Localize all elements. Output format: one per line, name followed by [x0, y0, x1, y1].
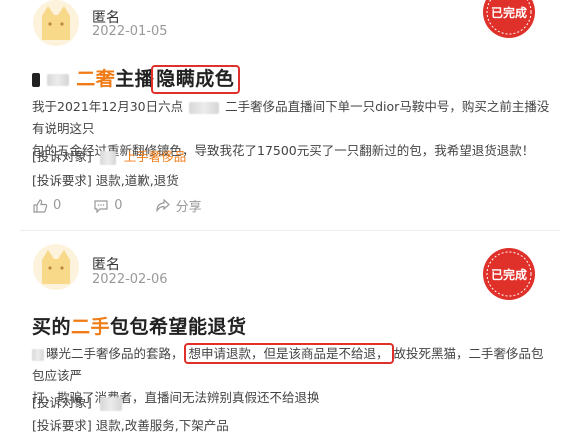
- target-label: [投诉对象]: [32, 149, 92, 164]
- redacted-mark: [32, 348, 44, 361]
- demand-label: [投诉要求]: [32, 173, 92, 188]
- comment-icon: [94, 199, 108, 213]
- completed-stamp-icon: 已完成: [481, 0, 537, 40]
- share-label: 分享: [175, 200, 202, 215]
- title-highlight: 二手: [71, 316, 111, 338]
- like-count: 0: [53, 198, 62, 213]
- title-rest: 包包希望能退货: [110, 316, 247, 338]
- redacted-mark: [47, 73, 70, 86]
- share-button[interactable]: 分享: [155, 196, 202, 215]
- redacted-logo: [99, 150, 116, 165]
- redacted-mark: [32, 72, 40, 87]
- title-boxed: 隐瞒成色: [151, 65, 241, 94]
- body-text: 我于2021年12月30日六点: [32, 99, 184, 114]
- complaint-card[interactable]: 匿名 2022-02-06 已完成 买的二手包包希望能退货 曝光二手奢侈品的套路…: [0, 237, 580, 440]
- comment-count: 0: [114, 198, 123, 213]
- comment-button[interactable]: 0: [93, 198, 123, 214]
- complaint-demand: [投诉要求] 退款,道歉,退货: [32, 170, 179, 189]
- complaint-title[interactable]: 二奢主播 隐瞒成色: [32, 64, 241, 94]
- post-date: 2022-02-06: [92, 272, 168, 287]
- complaint-title[interactable]: 买的二手包包希望能退货: [32, 312, 247, 339]
- complaint-card[interactable]: 匿名 2022-01-05 已完成 二奢主播 隐瞒成色 我于2021年12月30日…: [0, 0, 580, 231]
- title-prefix: 买的: [32, 316, 72, 338]
- cat-avatar-icon: [33, 0, 79, 46]
- redacted-logo: [99, 396, 122, 411]
- cat-avatar-icon: [33, 244, 79, 290]
- status-badge: 已完成: [491, 5, 527, 20]
- complaint-target: [投诉对象]: [32, 392, 122, 411]
- like-button[interactable]: 0: [32, 198, 61, 214]
- status-badge: 已完成: [491, 267, 527, 282]
- demand-label: [投诉要求]: [32, 418, 92, 433]
- body-text: 曝光二手奢侈品的套路，: [46, 346, 184, 361]
- target-label: [投诉对象]: [32, 395, 92, 410]
- demand-value: 退款,道歉,退货: [95, 173, 179, 188]
- divider: [20, 230, 560, 231]
- boxed-text: 想申请退款，但是该商品是不给退，: [183, 343, 394, 364]
- title-middle: 主播: [115, 68, 155, 90]
- action-bar: 0 0 分享: [32, 196, 202, 215]
- thumbs-up-icon: [33, 198, 48, 213]
- title-highlight: 二奢: [76, 68, 116, 90]
- target-link[interactable]: 上手奢侈品: [124, 149, 187, 164]
- author-name: 匿名: [92, 257, 120, 273]
- complaint-demand: [投诉要求] 退款,改善服务,下架产品: [32, 415, 229, 434]
- complaint-target: [投诉对象] 上手奢侈品: [32, 146, 186, 165]
- share-icon: [155, 198, 170, 212]
- completed-stamp-icon: 已完成: [481, 246, 537, 302]
- post-date: 2022-01-05: [92, 24, 168, 39]
- demand-value: 退款,改善服务,下架产品: [95, 418, 229, 433]
- redacted-mark: [189, 101, 220, 114]
